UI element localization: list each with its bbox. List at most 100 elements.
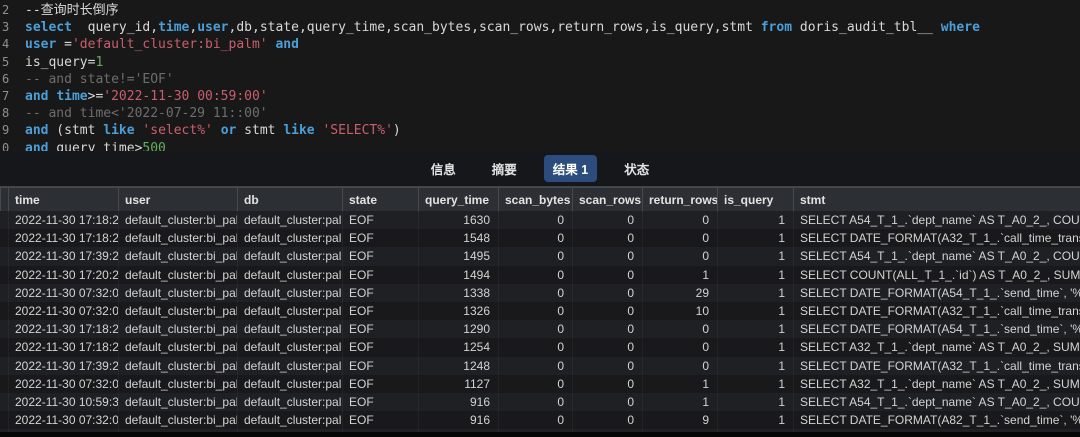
column-header-db[interactable]: db xyxy=(237,188,342,211)
tab-status[interactable]: 状态 xyxy=(615,155,658,182)
table-row[interactable]: 2022-11-30 07:32:08 default_cluster:bi_pa… xyxy=(0,283,1080,302)
column-header-query_time[interactable]: query_time xyxy=(418,188,498,211)
tab-result-1[interactable]: 结果 1 xyxy=(543,155,598,182)
sql-token-kw: or xyxy=(220,123,237,139)
cell-stmt: SELECT A32_T_1_.`dept_name` AS T_A0_2_, … xyxy=(793,374,1080,393)
cell-is_query: 1 xyxy=(717,301,793,321)
cell-is_query: 1 xyxy=(717,392,793,412)
code-line-text: and query_time>500 xyxy=(16,140,166,152)
line-number: 8 xyxy=(2,106,10,121)
cell-return_rows: 1 xyxy=(642,265,717,284)
cell-return_rows: 0 xyxy=(642,338,717,357)
cell-scan_bytes: 0 xyxy=(498,211,572,230)
cell-return_rows: 0 xyxy=(642,247,717,266)
sql-token-kw: time xyxy=(158,20,190,36)
sql-token-plain xyxy=(213,123,221,138)
cell-is_query: 1 xyxy=(717,229,793,248)
cell-time: 2022-11-30 07:32:08 xyxy=(8,301,118,321)
header-lead-gutter xyxy=(0,188,8,211)
row-lead-gutter xyxy=(0,211,8,229)
cell-user: default_cluster:bi_palm xyxy=(118,211,237,230)
cell-scan_rows: 0 xyxy=(572,338,642,357)
sql-token-str: 'SELECT%' xyxy=(322,123,393,139)
row-lead-gutter xyxy=(0,411,8,429)
row-lead-gutter xyxy=(0,320,8,338)
cell-is_query: 1 xyxy=(717,338,793,357)
cell-return_rows: 10 xyxy=(642,301,717,321)
table-row[interactable]: 2022-11-30 17:18:22 default_cluster:bi_pa… xyxy=(0,211,1080,230)
cell-scan_rows: 0 xyxy=(572,356,642,375)
table-row[interactable]: 2022-11-30 17:18:22 default_cluster:bi_pa… xyxy=(0,338,1080,357)
cell-stmt: SELECT DATE_FORMAT(A32_T_1_.`call_time_t… xyxy=(793,356,1080,375)
cell-db: default_cluster:palm xyxy=(237,301,342,321)
cell-query_time: 1338 xyxy=(418,283,498,302)
sql-token-com: -- and time<'2022-07-29 11::00' xyxy=(25,106,268,122)
cell-db: default_cluster:palm xyxy=(237,411,342,430)
table-row[interactable]: 2022-11-30 17:39:29default_cluster:bi_pa… xyxy=(0,247,1080,266)
sql-token-str: '2022-11-30 00:59:00' xyxy=(103,88,268,104)
code-line-text: user ='default_cluster:bi_palm' and xyxy=(16,36,299,53)
table-row[interactable]: 2022-11-30 17:20:27 default_cluster:bi_pa… xyxy=(0,265,1080,284)
cell-db: default_cluster:palm xyxy=(237,283,342,302)
row-lead-gutter xyxy=(0,266,8,284)
sql-token-plain: ,db,state,query_time,scan_bytes,scan_row… xyxy=(228,20,761,36)
cell-scan_bytes: 0 xyxy=(498,265,572,284)
cell-is_query: 1 xyxy=(717,320,793,339)
table-row[interactable]: 2022-11-30 07:32:08 default_cluster:bi_pa… xyxy=(0,374,1080,393)
sql-token-num: 1 xyxy=(95,54,104,70)
column-header-stmt[interactable]: stmt xyxy=(793,188,1080,211)
line-number: 5 xyxy=(2,54,10,69)
cell-stmt: SELECT A32_T_1_.`dept_name` AS T_A0_2_, … xyxy=(793,338,1080,357)
column-header-scan_bytes[interactable]: scan_bytes xyxy=(498,188,572,211)
cell-time: 2022-11-30 07:32:08 xyxy=(8,283,118,302)
column-header-is_query[interactable]: is_query xyxy=(717,188,793,211)
line-number: 2 xyxy=(2,3,10,17)
column-header-scan_rows[interactable]: scan_rows xyxy=(572,188,642,211)
table-row[interactable]: 2022-11-30 10:59:33 default_cluster:bi_pa… xyxy=(0,392,1080,412)
sql-token-plain: query_time> xyxy=(48,140,143,152)
cell-state: EOF xyxy=(342,301,418,321)
tab-info[interactable]: 信息 xyxy=(422,155,465,182)
cell-user: default_cluster:bi_palm xyxy=(118,338,237,357)
cell-query_time: 916 xyxy=(418,411,498,430)
cell-user: default_cluster:bi_palm xyxy=(118,301,237,321)
column-header-state[interactable]: state xyxy=(342,188,418,211)
table-row[interactable]: 2022-11-30 17:39:29default_cluster:bi_pa… xyxy=(0,356,1080,375)
cell-scan_rows: 0 xyxy=(572,265,642,284)
sql-editor[interactable]: 2 --查询时长倒序 3 select query_id,time,user,db,s… xyxy=(0,0,1080,151)
line-number: 4 xyxy=(2,37,10,52)
column-header-return_rows[interactable]: return_rows xyxy=(642,188,717,211)
cell-scan_rows: 0 xyxy=(572,247,642,266)
cell-return_rows: 1 xyxy=(642,374,717,393)
column-header-time[interactable]: time xyxy=(8,188,118,211)
cell-scan_rows: 0 xyxy=(572,283,642,302)
cell-stmt: SELECT COUNT(ALL_T_1_.`id`) AS T_A0_2_, … xyxy=(793,265,1080,284)
code-line: 3 select query_id,time,user,db,state,quer… xyxy=(0,19,1080,36)
code-line-text: select query_id,time,user,db,state,query… xyxy=(16,19,980,36)
code-line-text: and (stmt like 'select%' or stmt like 'S… xyxy=(16,122,401,139)
code-line: 9 and (stmt like 'select%' or stmt like '… xyxy=(0,122,1080,139)
cell-user: default_cluster:bi_palm xyxy=(118,265,237,284)
cell-db: default_cluster:palm xyxy=(237,229,342,248)
cell-state: EOF xyxy=(342,265,418,284)
row-lead-gutter xyxy=(0,375,8,393)
column-header-user[interactable]: user xyxy=(118,188,237,211)
row-lead-gutter xyxy=(0,393,8,411)
cell-return_rows: 0 xyxy=(642,229,717,248)
cell-scan_bytes: 0 xyxy=(498,411,572,430)
table-row[interactable]: 2022-11-30 17:18:22 default_cluster:bi_pa… xyxy=(0,320,1080,339)
table-row[interactable]: 2022-11-30 07:32:08 default_cluster:bi_pa… xyxy=(0,411,1080,430)
table-row[interactable]: 2022-11-30 17:18:22 default_cluster:bi_pa… xyxy=(0,229,1080,248)
tab-summary[interactable]: 摘要 xyxy=(483,155,526,182)
sql-token-plain: ) xyxy=(392,123,401,139)
sql-token-kw: where xyxy=(940,20,980,36)
code-line: 6 -- and state!='EOF' xyxy=(0,71,1080,88)
sql-token-plain: doris_audit_tbl__ xyxy=(792,20,941,36)
table-row[interactable]: 2022-11-30 07:32:08 default_cluster:bi_pa… xyxy=(0,301,1080,321)
sql-token-com: -- and state!='EOF' xyxy=(25,71,174,87)
cell-time: 2022-11-30 17:18:22 xyxy=(8,229,118,248)
sql-token-str: 'select%' xyxy=(142,123,213,139)
cell-time: 2022-11-30 17:18:22 xyxy=(8,338,118,357)
sql-token-kw: like xyxy=(283,123,315,139)
cell-stmt: SELECT DATE_FORMAT(A82_T_1_.`send_time`,… xyxy=(793,411,1080,430)
